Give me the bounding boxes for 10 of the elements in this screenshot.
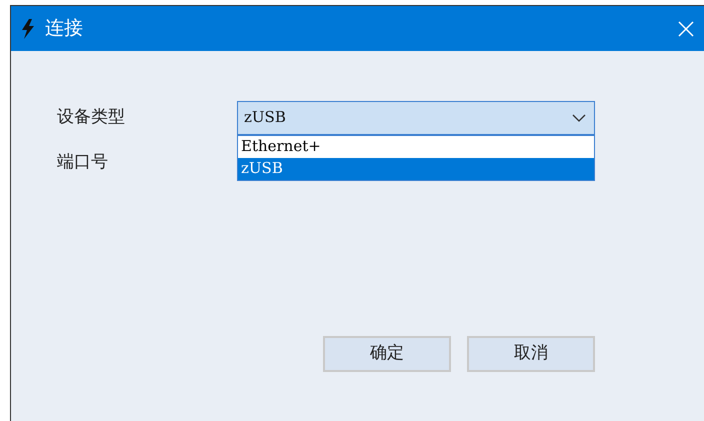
dialog-button[interactable]: 确定: [323, 336, 451, 372]
dropdown-option[interactable]: Ethernet+: [238, 136, 594, 158]
lightning-icon: [21, 18, 35, 38]
window-title: 连接: [45, 16, 83, 42]
chevron-down-icon: [572, 114, 586, 122]
field-label: 端口号: [57, 150, 109, 174]
dropdown-option[interactable]: zUSB: [238, 158, 594, 180]
field-label: 设备类型: [57, 106, 126, 129]
dialog-button[interactable]: 取消: [467, 336, 595, 372]
close-icon: [677, 20, 695, 38]
